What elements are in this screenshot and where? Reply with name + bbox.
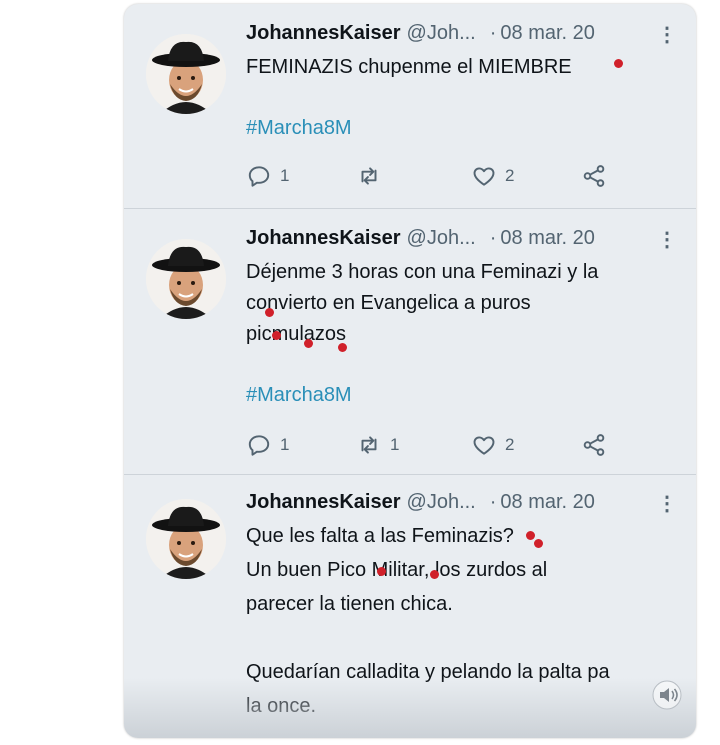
tweet-2[interactable]: JohannesKaiser @Joh... · 08 mar. 20 ⋮ Déjen…: [124, 209, 696, 475]
avatar-image: [146, 239, 226, 319]
tweet-text-line: parecer la tienen chica.: [246, 593, 453, 615]
tweet-text: Que les falta a las Feminazis? Un buen P…: [246, 519, 686, 723]
tweet-thread-card: JohannesKaiser @Joh... · 08 mar. 20 ⋮ FEMIN…: [124, 4, 696, 738]
heart-icon: [473, 167, 495, 186]
separator: ·: [489, 227, 497, 249]
reply-icon: [248, 166, 270, 187]
share-button[interactable]: [581, 162, 607, 190]
reply-count: 1: [280, 435, 290, 454]
red-mark: [377, 567, 386, 576]
reply-button[interactable]: 1: [246, 162, 289, 190]
red-mark: [430, 570, 439, 579]
avatar-image: [146, 34, 226, 114]
tweet-text-line: Un buen Pico Militar, los zurdos al: [246, 559, 548, 581]
more-icon[interactable]: ⋮: [657, 22, 677, 47]
tweet-date[interactable]: 08 mar. 20: [500, 22, 595, 44]
tweet-actions: 1 2: [246, 162, 626, 190]
tweet-date[interactable]: 08 mar. 20: [500, 227, 595, 249]
author-handle[interactable]: @Joh...: [407, 22, 476, 44]
author-name[interactable]: JohannesKaiser: [246, 22, 401, 44]
like-button[interactable]: 2: [471, 431, 514, 459]
avatar[interactable]: [146, 499, 226, 579]
retweet-count: 1: [390, 435, 400, 454]
more-icon[interactable]: ⋮: [657, 227, 677, 252]
avatar-image: [146, 499, 226, 579]
reply-button[interactable]: 1: [246, 431, 289, 459]
author-name[interactable]: JohannesKaiser: [246, 227, 401, 249]
avatar[interactable]: [146, 34, 226, 114]
tweet-header: JohannesKaiser @Joh... · 08 mar. 20 ⋮: [246, 491, 677, 521]
tweet-3[interactable]: JohannesKaiser @Joh... · 08 mar. 20 ⋮ Que l…: [124, 475, 696, 738]
red-mark: [614, 59, 623, 68]
tweet-actions: 1 1 2: [246, 431, 626, 459]
author-handle[interactable]: @Joh...: [407, 227, 476, 249]
red-mark: [304, 339, 313, 348]
more-icon[interactable]: ⋮: [657, 491, 677, 516]
separator: ·: [489, 491, 497, 513]
share-icon: [583, 165, 605, 187]
tweet-header: JohannesKaiser @Joh... · 08 mar. 20 ⋮: [246, 22, 677, 52]
avatar[interactable]: [146, 239, 226, 319]
reply-count: 1: [280, 166, 290, 185]
share-icon: [583, 434, 605, 456]
hashtag-link[interactable]: #Marcha8M: [246, 384, 352, 407]
retweet-icon: [361, 436, 377, 454]
retweet-icon: [361, 167, 377, 185]
red-mark: [272, 331, 281, 340]
author-handle[interactable]: @Joh...: [407, 491, 476, 513]
tweet-date[interactable]: 08 mar. 20: [500, 491, 595, 513]
red-mark: [534, 539, 543, 548]
retweet-button[interactable]: [356, 162, 390, 190]
tweet-text-line: Que les falta a las Feminazis?: [246, 525, 514, 547]
share-button[interactable]: [581, 431, 607, 459]
reply-icon: [248, 435, 270, 456]
tweet-text-blank-line: [246, 621, 686, 655]
like-count: 2: [505, 166, 515, 185]
tweet-text-line: la once.: [246, 695, 317, 717]
like-count: 2: [505, 435, 515, 454]
like-button[interactable]: 2: [471, 162, 514, 190]
speaker-icon[interactable]: [652, 680, 682, 710]
red-mark: [338, 343, 347, 352]
retweet-button[interactable]: 1: [356, 431, 399, 459]
tweet-1[interactable]: JohannesKaiser @Joh... · 08 mar. 20 ⋮ FEMIN…: [124, 4, 696, 209]
hashtag-link[interactable]: #Marcha8M: [246, 117, 352, 140]
author-name[interactable]: JohannesKaiser: [246, 491, 401, 513]
separator: ·: [489, 22, 497, 44]
tweet-text: Déjenme 3 horas con una Feminazi y la co…: [246, 257, 686, 350]
red-mark: [265, 308, 274, 317]
tweet-text-line: Quedarían calladita y pelando la palta p…: [246, 661, 610, 683]
red-mark: [526, 531, 535, 540]
tweet-text-line: Déjenme 3 horas con una Feminazi y la: [246, 261, 599, 283]
heart-icon: [473, 436, 495, 455]
tweet-text-line: convierto en Evangelica a puros: [246, 292, 531, 314]
tweet-header: JohannesKaiser @Joh... · 08 mar. 20 ⋮: [246, 227, 677, 257]
